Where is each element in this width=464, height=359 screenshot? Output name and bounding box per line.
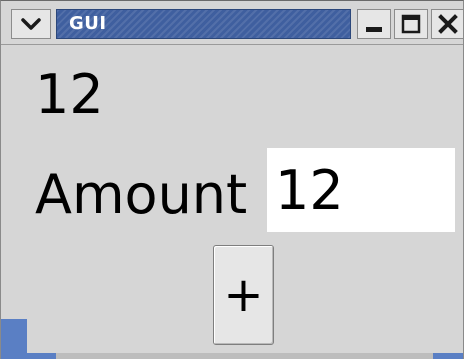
minimize-icon bbox=[366, 27, 382, 32]
minimize-button[interactable] bbox=[357, 9, 391, 39]
close-icon bbox=[438, 14, 458, 34]
chevron-down-icon bbox=[21, 18, 41, 30]
maximize-icon bbox=[401, 14, 421, 34]
increment-button[interactable]: + bbox=[213, 245, 274, 345]
window-bottom-border bbox=[1, 353, 463, 359]
title-bar[interactable]: GUI bbox=[1, 1, 463, 45]
resize-handle-bottom-left-edge[interactable] bbox=[1, 353, 56, 359]
window-title: GUI bbox=[69, 13, 107, 34]
close-button[interactable] bbox=[431, 9, 463, 39]
app-window: GUI 12 Amount + bbox=[0, 0, 464, 359]
maximize-button[interactable] bbox=[394, 9, 428, 39]
amount-label: Amount bbox=[35, 163, 248, 226]
window-title-area[interactable]: GUI bbox=[56, 9, 351, 39]
resize-handle-bottom-right[interactable] bbox=[433, 353, 463, 359]
amount-input[interactable] bbox=[267, 148, 455, 232]
window-menu-button[interactable] bbox=[11, 9, 51, 39]
count-display: 12 bbox=[35, 63, 104, 126]
